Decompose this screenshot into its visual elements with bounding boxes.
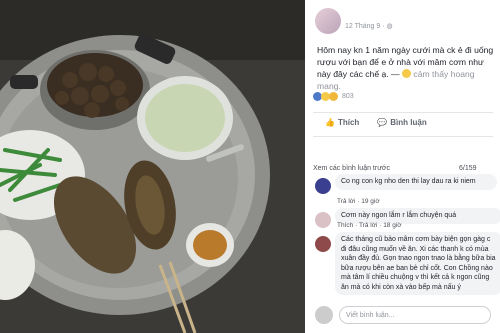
comment-input[interactable]: Viết bình luận... [339,306,491,324]
view-previous-comments[interactable]: Xem các bình luận trước [313,165,390,172]
commenter-avatar[interactable] [315,178,331,194]
confused-emoji-icon [402,69,412,78]
comment-bubble: Co ng con kg nho den thi lay dau ra ki n… [335,174,497,190]
post-photo[interactable] [0,0,305,333]
post-header: 12 Tháng 9 · ◍ [305,0,500,40]
divider [313,112,493,113]
comment-icon: 💬 [377,118,388,127]
thumbs-up-icon: 👍 [325,118,335,127]
avatar [315,306,333,324]
comment-meta: Thích · Trả lời · 18 giờ [337,222,402,229]
commenter-avatar[interactable] [315,212,331,228]
comment-button[interactable]: 💬 Bình luận [377,118,426,127]
food-tray-image [0,0,305,333]
post-panel: 12 Tháng 9 · ◍ Hôm nay kn 1 năm ngày cướ… [305,0,500,333]
reaction-count: 803 [342,93,354,100]
post-time[interactable]: 12 Tháng 9 · ◍ [345,22,393,30]
post-text: Hôm nay kn 1 năm ngày cưới mà ck ẻ đi uố… [317,45,494,91]
comment-composer: Viết bình luận... [313,304,493,326]
reply-link[interactable]: Trả lời [337,198,355,205]
divider [313,136,493,137]
globe-icon: · ◍ [382,23,393,30]
like-button[interactable]: 👍 Thích [325,118,359,127]
comment-pager: 6/159 [459,165,477,172]
reply-link[interactable]: Trả lời [359,222,377,229]
comment-meta: Trả lời · 19 giờ [337,198,380,205]
avatar[interactable] [315,8,341,34]
action-bar: 👍 Thích 💬 Bình luận [325,118,427,127]
reactions-summary[interactable]: 803 [313,92,354,101]
comment-bubble: Các tháng cũ bảo mâm cơm bày biện gọn gà… [335,232,500,295]
sad-reaction-icon [329,92,338,101]
like-link[interactable]: Thích [337,222,353,229]
commenter-avatar[interactable] [315,236,331,252]
